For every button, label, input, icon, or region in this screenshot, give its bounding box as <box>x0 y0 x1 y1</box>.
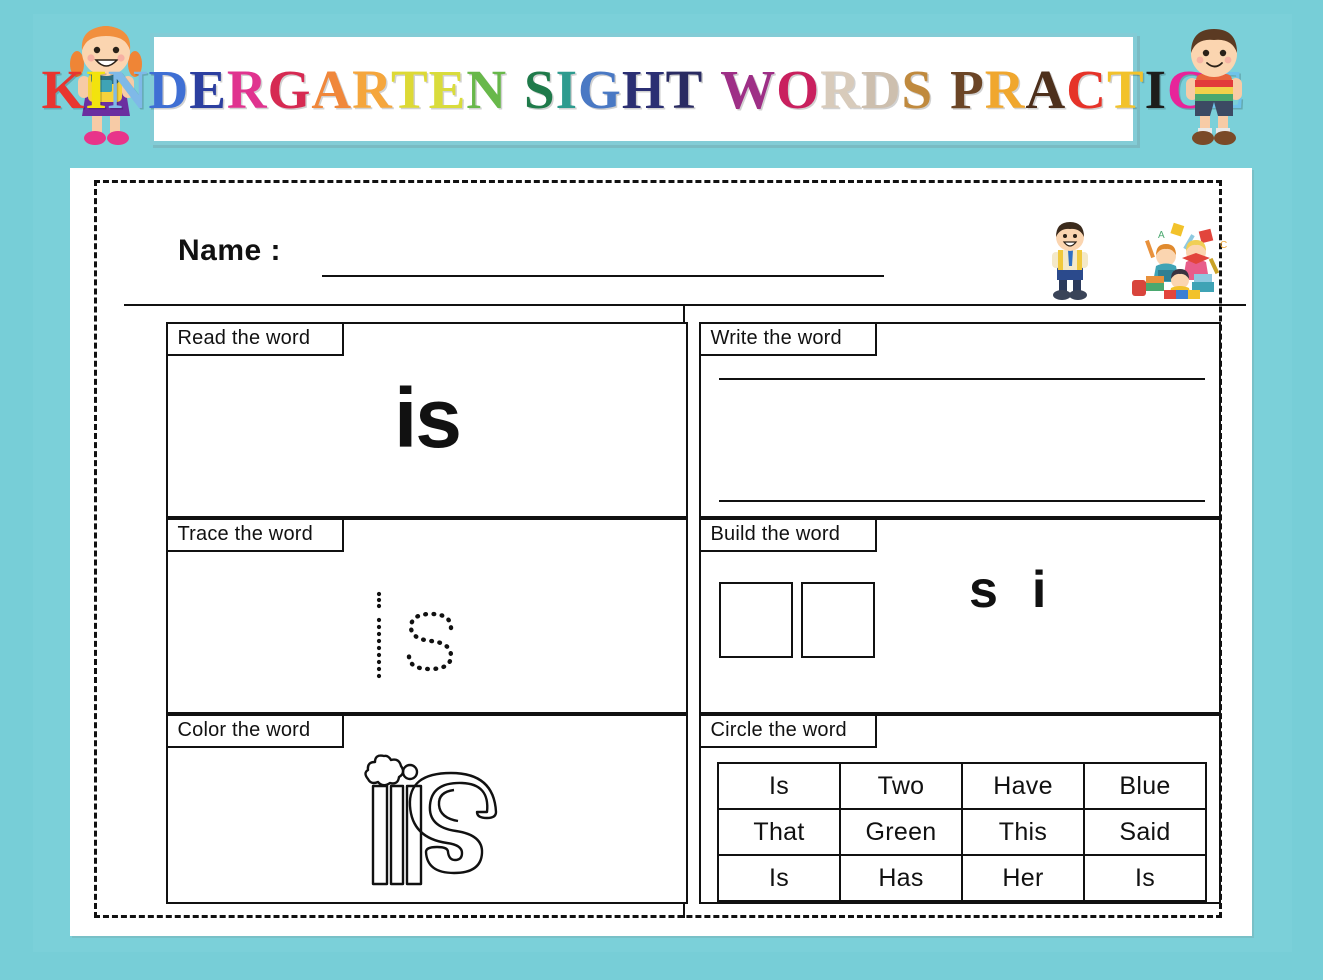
circle-grid-cell[interactable]: Blue <box>1083 762 1207 810</box>
build-letter-1[interactable]: s <box>969 561 998 619</box>
build-empty-box-2[interactable] <box>801 582 875 658</box>
title-letter-14: I <box>555 58 579 120</box>
trace-word-dotted[interactable] <box>168 562 686 712</box>
title-letter-27: A <box>1025 58 1067 120</box>
title-letter-17: T <box>665 58 704 120</box>
title-letter-7: A <box>311 58 353 120</box>
circle-grid-row: That Green This Said <box>717 808 1207 856</box>
circle-grid-cell[interactable]: Have <box>961 762 1085 810</box>
circle-grid-cell[interactable]: Said <box>1083 808 1207 856</box>
circle-word-grid: Is Two Have Blue That Green This Said Is Has Her Is <box>717 762 1207 902</box>
circle-grid-cell[interactable]: That <box>717 808 841 856</box>
activity-read-the-word: Read the word is <box>165 321 688 518</box>
activity-label-write: Write the word <box>698 321 877 356</box>
title-letter-2: N <box>107 58 149 120</box>
circle-grid-cell[interactable]: Is <box>717 762 841 810</box>
title-letter-25: P <box>950 58 985 120</box>
title-letter-3: D <box>148 58 190 120</box>
worksheet-sheet: Name : A C Read the word is Trace the wo… <box>70 168 1252 936</box>
activities-grid: Read the word is Trace the word Color th… <box>124 306 1246 918</box>
title-letter-16: H <box>621 58 666 120</box>
title-letter-8: R <box>352 58 391 120</box>
title-letter-11: N <box>466 58 508 120</box>
activity-color-the-word: Color the word <box>165 713 688 904</box>
name-label: Name : <box>178 234 282 267</box>
title-letter-0: K <box>41 58 86 120</box>
name-row: Name : A C <box>124 198 1246 306</box>
name-input-line[interactable] <box>322 275 884 277</box>
build-scrambled-letters: si <box>969 564 1046 616</box>
title-letter-6: G <box>267 58 312 120</box>
circle-grid-row: Is Two Have Blue <box>717 762 1207 810</box>
activity-label-build: Build the word <box>698 517 877 552</box>
title-letter-15: G <box>578 58 622 120</box>
kids-reading-illustration: A C <box>1124 222 1234 300</box>
title-letter-28: C <box>1066 58 1107 120</box>
circle-grid-cell[interactable]: This <box>961 808 1085 856</box>
title-letter-29: T <box>1106 58 1145 120</box>
color-word-outline[interactable] <box>168 736 686 904</box>
worksheet-dashed-frame: Name : A C Read the word is Trace the wo… <box>94 180 1246 918</box>
title-letter-9: T <box>390 58 429 120</box>
build-empty-box-1[interactable] <box>719 582 793 658</box>
activity-trace-the-word: Trace the word <box>165 517 688 714</box>
title-letter-4: E <box>189 58 227 120</box>
circle-grid-row: Is Has Her Is <box>717 854 1207 902</box>
title-letter-10: E <box>428 58 467 120</box>
svg-text:A: A <box>1158 230 1165 241</box>
write-line-top[interactable] <box>719 378 1205 380</box>
activity-label-circle: Circle the word <box>698 713 877 748</box>
boy-with-books-illustration <box>1168 22 1260 148</box>
activity-build-the-word: Build the word si <box>698 517 1221 714</box>
circle-grid-cell[interactable]: Two <box>839 762 963 810</box>
build-letter-2[interactable]: i <box>1032 561 1046 619</box>
activity-circle-the-word: Circle the word Is Two Have Blue That Green Th… <box>698 713 1221 904</box>
activity-label-trace: Trace the word <box>165 517 344 552</box>
activity-label-color: Color the word <box>165 713 344 748</box>
read-word-display: is <box>393 371 462 465</box>
activity-label-read: Read the word <box>165 321 344 356</box>
worksheet-header: KINDERGARTENSIGHTWORDSPRACTICE <box>0 0 1323 162</box>
page-title: KINDERGARTENSIGHTWORDSPRACTICE <box>42 62 1246 117</box>
circle-grid-cell[interactable]: Is <box>1083 854 1207 902</box>
circle-grid-cell[interactable]: Green <box>839 808 963 856</box>
title-letter-22: D <box>860 58 902 120</box>
title-letter-30: I <box>1144 58 1168 120</box>
schoolboy-uniform-illustration <box>1039 220 1101 302</box>
activity-write-the-word: Write the word <box>698 321 1221 518</box>
worksheet-title-banner: KINDERGARTENSIGHTWORDSPRACTICE <box>42 33 1244 145</box>
title-letter-26: R <box>984 58 1026 120</box>
title-letter-5: R <box>226 58 268 120</box>
title-letter-19: W <box>720 58 777 120</box>
svg-text:C: C <box>1220 240 1227 251</box>
title-letter-23: S <box>901 58 934 120</box>
activities-column-right: Write the word Build the word si Circle … <box>685 306 1246 918</box>
title-letter-1: I <box>85 58 108 120</box>
title-letter-13: S <box>524 58 556 120</box>
title-letter-21: R <box>820 58 861 120</box>
circle-grid-cell[interactable]: Her <box>961 854 1085 902</box>
circle-grid-cell[interactable]: Is <box>717 854 841 902</box>
circle-grid-cell[interactable]: Has <box>839 854 963 902</box>
title-letter-20: O <box>776 58 821 120</box>
write-line-bottom[interactable] <box>719 500 1205 502</box>
activities-column-left: Read the word is Trace the word Color th… <box>124 306 688 918</box>
